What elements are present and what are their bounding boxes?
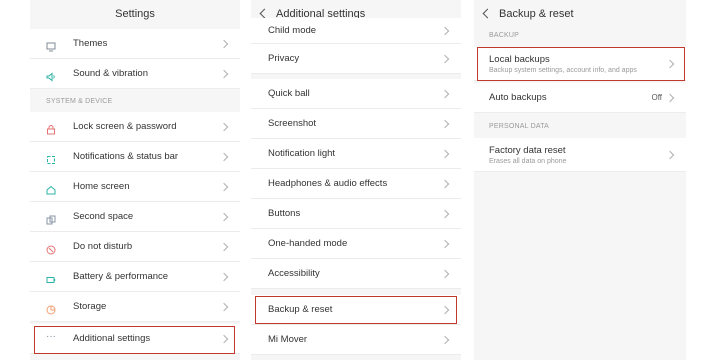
settings-item-label: Themes xyxy=(73,38,108,49)
section-header: SYSTEM & DEVICE xyxy=(46,98,113,105)
list-item-child-mode[interactable]: Child mode xyxy=(251,18,461,44)
chevron-right-icon xyxy=(665,150,675,159)
chevron-right-icon xyxy=(440,89,450,98)
sound-icon xyxy=(46,69,56,82)
home-icon xyxy=(46,182,56,194)
chevron-right-icon xyxy=(440,269,450,278)
settings-item-label: Do not disturb xyxy=(73,241,133,252)
settings-item-label: Lock screen & password xyxy=(73,121,177,132)
chevron-right-icon xyxy=(219,242,229,251)
chevron-right-icon xyxy=(440,179,450,188)
settings-header: Settings xyxy=(30,0,240,27)
list-item-accessibility[interactable]: Accessibility xyxy=(251,259,461,289)
list-item-buttons[interactable]: Buttons xyxy=(251,199,461,229)
list-item-auto-backups[interactable]: Auto backups Off xyxy=(474,83,686,113)
back-arrow-icon[interactable] xyxy=(259,8,270,19)
notification-icon xyxy=(46,152,56,164)
settings-item-second-space[interactable]: Second space xyxy=(30,202,240,232)
themes-icon xyxy=(46,39,56,51)
chevron-right-icon xyxy=(219,39,229,48)
settings-panel: Settings Themes Sound & vibration SYSTEM… xyxy=(30,0,240,360)
list-item-label: Headphones & audio effects xyxy=(268,178,388,189)
chevron-right-icon xyxy=(219,69,229,78)
settings-item-home-screen[interactable]: Home screen xyxy=(30,172,240,202)
chevron-right-icon xyxy=(440,335,450,344)
chevron-right-icon xyxy=(440,119,450,128)
highlight-box xyxy=(34,326,235,354)
section-header: PERSONAL DATA xyxy=(489,123,550,130)
status-value: Off xyxy=(651,92,662,102)
do-not-disturb-icon xyxy=(46,242,56,254)
chevron-right-icon xyxy=(440,149,450,158)
settings-item-sound[interactable]: Sound & vibration xyxy=(30,59,240,89)
list-item-mi-mover[interactable]: Mi Mover xyxy=(251,325,461,355)
chevron-right-icon xyxy=(665,93,675,102)
list-item-subtitle: Erases all data on phone xyxy=(489,157,567,165)
list-item-label: Accessibility xyxy=(268,268,320,279)
list-item-notification-light[interactable]: Notification light xyxy=(251,139,461,169)
list-item-label: Mi Mover xyxy=(268,334,308,345)
page-title: Backup & reset xyxy=(499,7,574,20)
list-item-headphones[interactable]: Headphones & audio effects xyxy=(251,169,461,199)
settings-item-storage[interactable]: Storage xyxy=(30,292,240,322)
settings-item-label: Storage xyxy=(73,301,107,312)
list-item-label: Buttons xyxy=(268,208,301,219)
list-item-label: Notification light xyxy=(268,148,336,159)
list-item-label: Factory data reset xyxy=(489,144,566,156)
list-item-factory-reset[interactable]: Factory data reset Erases all data on ph… xyxy=(474,138,686,172)
highlight-box xyxy=(477,47,685,81)
battery-icon xyxy=(46,272,56,283)
chevron-right-icon xyxy=(219,152,229,161)
list-item-label: Auto backups xyxy=(489,92,547,103)
lock-icon xyxy=(46,122,56,134)
storage-icon xyxy=(46,302,56,314)
chevron-right-icon xyxy=(440,239,450,248)
chevron-right-icon xyxy=(440,54,450,63)
back-arrow-icon[interactable] xyxy=(482,8,493,19)
settings-item-label: Battery & performance xyxy=(73,271,169,282)
second-space-icon xyxy=(46,212,56,224)
settings-item-do-not-disturb[interactable]: Do not disturb xyxy=(30,232,240,262)
highlight-box xyxy=(255,296,457,324)
chevron-right-icon xyxy=(440,26,450,35)
list-item-label: One-handed mode xyxy=(268,238,348,249)
settings-item-battery[interactable]: Battery & performance xyxy=(30,262,240,292)
settings-item-lock-screen[interactable]: Lock screen & password xyxy=(30,112,240,142)
list-item-one-handed-mode[interactable]: One-handed mode xyxy=(251,229,461,259)
list-item-screenshot[interactable]: Screenshot xyxy=(251,109,461,139)
page-title: Settings xyxy=(115,7,155,20)
list-item-privacy[interactable]: Privacy xyxy=(251,44,461,74)
list-item-label: Child mode xyxy=(268,25,317,36)
chevron-right-icon xyxy=(219,212,229,221)
chevron-right-icon xyxy=(219,272,229,281)
chevron-right-icon xyxy=(219,182,229,191)
chevron-right-icon xyxy=(219,302,229,311)
settings-item-themes[interactable]: Themes xyxy=(30,29,240,59)
settings-item-label: Home screen xyxy=(73,181,130,192)
backup-reset-header: Backup & reset xyxy=(474,0,686,27)
settings-item-notifications[interactable]: Notifications & status bar xyxy=(30,142,240,172)
settings-item-label: Sound & vibration xyxy=(73,68,148,79)
settings-item-label: Notifications & status bar xyxy=(73,151,179,162)
section-header: BACKUP xyxy=(489,32,519,39)
settings-item-label: Second space xyxy=(73,211,134,222)
chevron-right-icon xyxy=(440,209,450,218)
list-item-label: Privacy xyxy=(268,53,300,64)
list-item-label: Screenshot xyxy=(268,118,317,129)
list-item-quick-ball[interactable]: Quick ball xyxy=(251,79,461,109)
list-item-label: Quick ball xyxy=(268,88,310,99)
chevron-right-icon xyxy=(219,122,229,131)
